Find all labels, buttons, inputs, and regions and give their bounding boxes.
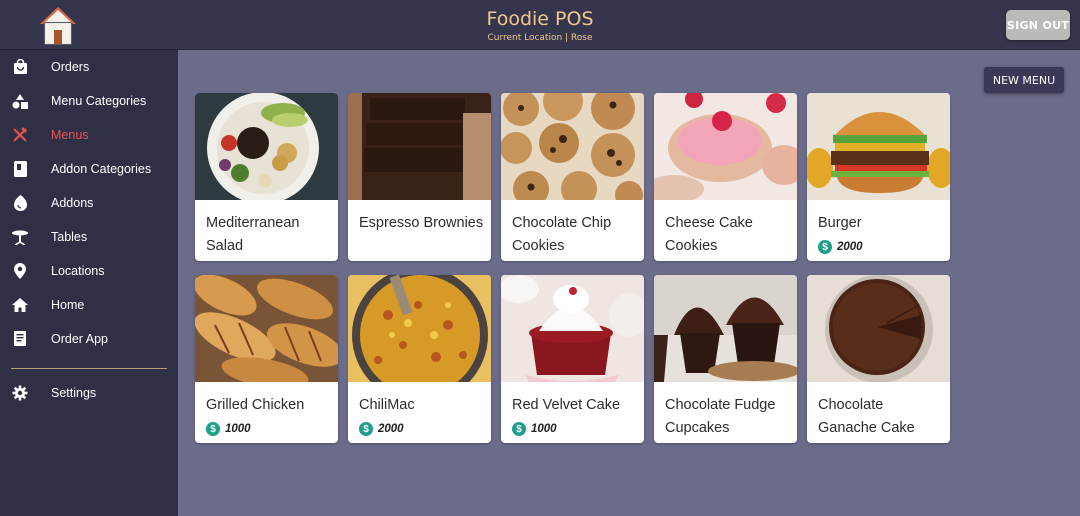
menu-image [348, 275, 491, 382]
menu-name: Chocolate Fudge Cupcakes [665, 397, 776, 436]
new-menu-button[interactable]: NEW MENU [984, 67, 1064, 93]
menu-image [501, 275, 644, 382]
menu-price: 1000 [225, 423, 251, 435]
menu-name: Red Velvet Cake [512, 397, 621, 413]
sidebar-divider [11, 368, 167, 369]
menu-name: ChiliMac [359, 397, 415, 413]
sidebar-item-menus[interactable]: Menus [0, 120, 178, 150]
menu-image [654, 275, 797, 382]
sidebar-item-label: Addon Categories [51, 162, 152, 176]
menu-image [195, 93, 338, 200]
menu-card-cheese-cake-cookies[interactable]: Cheese Cake Cookies [654, 93, 797, 261]
shopping-bag-icon [12, 59, 28, 75]
menu-price: 2000 [378, 423, 404, 435]
sidebar-item-order-app[interactable]: Order App [0, 324, 178, 354]
sidebar-item-label: Menus [51, 128, 89, 142]
menu-card-chocolate-ganache-cake[interactable]: Chocolate Ganache Cake [807, 275, 950, 443]
receipt-icon [12, 331, 28, 347]
menu-image [348, 93, 491, 200]
book-icon [12, 161, 28, 177]
price-row: $ 2000 [818, 240, 863, 254]
sidebar-item-label: Orders [51, 60, 90, 74]
sidebar-item-settings[interactable]: Settings [0, 378, 178, 408]
location-pin-icon [12, 263, 28, 279]
sidebar-item-label: Locations [51, 264, 105, 278]
menu-card-grilled-chicken[interactable]: Grilled Chicken $ 1000 [195, 275, 338, 443]
menu-image [195, 275, 338, 382]
sidebar-item-label: Home [51, 298, 85, 312]
menu-image [654, 93, 797, 200]
sidebar-item-home[interactable]: Home [0, 290, 178, 320]
sidebar-item-tables[interactable]: Tables [0, 222, 178, 252]
gear-icon [12, 385, 28, 401]
menu-card-chocolate-chip-cookies[interactable]: Chocolate Chip Cookies [501, 93, 644, 261]
sidebar-item-addons[interactable]: Addons [0, 188, 178, 218]
egg-icon [12, 195, 28, 211]
utensils-icon [12, 127, 28, 143]
price-row: $ 2000 [359, 422, 404, 436]
menu-name: Chocolate Ganache Cake [818, 397, 915, 436]
menu-price: 1000 [531, 423, 557, 435]
sidebar-item-addon-categories[interactable]: Addon Categories [0, 154, 178, 184]
menu-image [807, 275, 950, 382]
price-row: $ 1000 [206, 422, 251, 436]
menu-card-chilimac[interactable]: ChiliMac $ 2000 [348, 275, 491, 443]
menu-name: Chocolate Chip Cookies [512, 215, 612, 254]
menu-card-espresso-brownies[interactable]: Espresso Brownies [348, 93, 491, 261]
sidebar-item-label: Order App [51, 332, 108, 346]
sidebar-item-menu-categories[interactable]: Menu Categories [0, 86, 178, 116]
price-row: $ 1000 [512, 422, 557, 436]
sidebar-item-label: Settings [51, 386, 97, 400]
dollar-coin-icon: $ [359, 422, 373, 436]
menu-image [501, 93, 644, 200]
menus-content: NEW MENU Mediterranean Salad Espresso Br… [178, 50, 1080, 516]
sidebar-item-locations[interactable]: Locations [0, 256, 178, 286]
sidebar-item-label: Menu Categories [51, 94, 147, 108]
sidebar-item-label: Tables [51, 230, 88, 244]
menu-card-mediterranean-salad[interactable]: Mediterranean Salad [195, 93, 338, 261]
menu-image [807, 93, 950, 200]
category-shapes-icon [12, 93, 28, 109]
menu-name: Espresso Brownies [359, 215, 484, 231]
menu-name: Burger [818, 215, 862, 231]
dollar-coin-icon: $ [512, 422, 526, 436]
home-icon [12, 297, 28, 313]
menu-name: Cheese Cake Cookies [665, 215, 753, 254]
menu-card-chocolate-fudge-cupcakes[interactable]: Chocolate Fudge Cupcakes [654, 275, 797, 443]
sidebar-item-orders[interactable]: Orders [0, 52, 178, 82]
menu-price: 2000 [837, 241, 863, 253]
current-location: Current Location | Rose [487, 33, 593, 43]
top-app-bar: Foodie POS Current Location | Rose SIGN … [0, 0, 1080, 50]
dollar-coin-icon: $ [818, 240, 832, 254]
sidebar: Orders Menu Categories Menus Addon Categ… [0, 50, 178, 516]
menu-name: Grilled Chicken [206, 397, 305, 413]
menu-card-red-velvet-cake[interactable]: Red Velvet Cake $ 1000 [501, 275, 644, 443]
sign-out-button[interactable]: SIGN OUT [1006, 10, 1070, 40]
table-icon [12, 229, 28, 245]
sidebar-item-label: Addons [51, 196, 94, 210]
menu-name: Mediterranean Salad [206, 215, 300, 254]
dollar-coin-icon: $ [206, 422, 220, 436]
menu-card-burger[interactable]: Burger $ 2000 [807, 93, 950, 261]
app-title: Foodie POS [486, 8, 594, 30]
